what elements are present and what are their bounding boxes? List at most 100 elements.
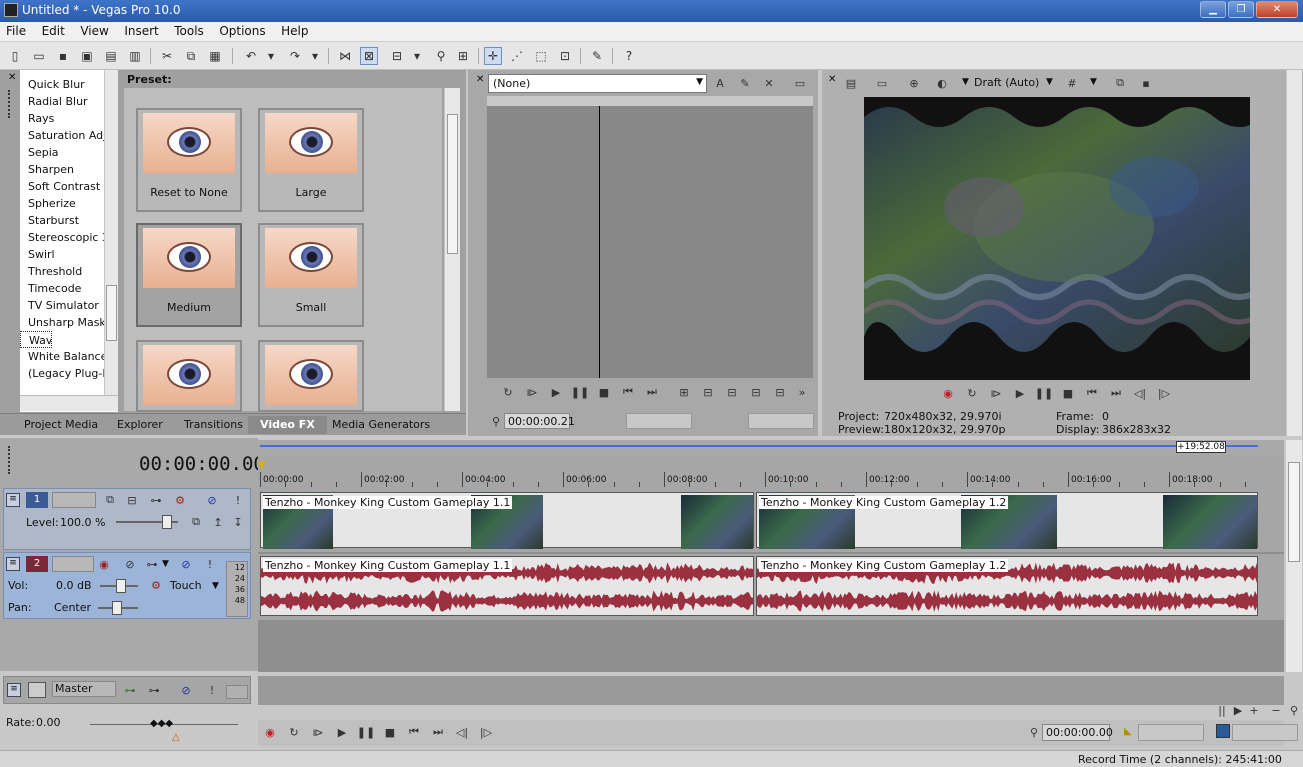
save-snapshot-icon[interactable]: ▪ bbox=[1138, 75, 1154, 91]
go-to-start-icon[interactable]: ⏮ bbox=[406, 724, 422, 740]
external-monitor-icon[interactable]: ▭ bbox=[874, 75, 890, 91]
video-preview-frame[interactable] bbox=[864, 97, 1250, 380]
preset-small[interactable]: Small bbox=[258, 223, 364, 327]
preset-medium[interactable]: Medium bbox=[136, 223, 242, 327]
track-menu-icon[interactable]: ≡ bbox=[6, 493, 20, 507]
track-menu-icon[interactable]: ≡ bbox=[6, 557, 20, 571]
trimmer-time[interactable]: 00:00:00.21 bbox=[504, 413, 575, 429]
panel-close-icon[interactable]: ✕ bbox=[8, 72, 16, 83]
tab-video-fx[interactable]: Video FX bbox=[248, 416, 327, 434]
audio-track-header[interactable]: ≡ 2 ◉ ⊘ ⊶ ▼ ⊘ ! Vol: 0.0 dB ⚙ Touch ▼ Pa… bbox=[3, 552, 251, 619]
chevron-down-icon[interactable]: ▼ bbox=[1090, 77, 1097, 87]
track-motion-icon[interactable]: ⊶ bbox=[148, 492, 164, 508]
loop-icon[interactable]: ↻ bbox=[500, 384, 516, 400]
scroll-handle-icon[interactable]: || bbox=[1214, 702, 1230, 718]
play-icon[interactable]: ▶ bbox=[1012, 385, 1028, 401]
preset-item[interactable] bbox=[136, 340, 242, 412]
menu-edit[interactable]: Edit bbox=[36, 22, 71, 40]
track-fx-icon[interactable]: ⊶ bbox=[144, 556, 160, 572]
composite-mode-icon[interactable]: ⧉ bbox=[102, 492, 118, 508]
save-as-icon[interactable]: ▣ bbox=[78, 47, 96, 65]
paste-icon[interactable]: ▦ bbox=[206, 47, 224, 65]
maximize-button[interactable]: ❐ bbox=[1228, 1, 1254, 18]
record-icon[interactable]: ◉ bbox=[940, 385, 956, 401]
video-clip-1[interactable]: Tenzho - Monkey King Custom Gameplay 1.1 bbox=[260, 492, 754, 549]
preset-item[interactable] bbox=[258, 340, 364, 412]
pan-slider-thumb[interactable] bbox=[112, 601, 122, 615]
tab-transitions[interactable]: Transitions bbox=[172, 416, 255, 434]
play-icon[interactable]: ▶ bbox=[548, 384, 564, 400]
volume-slider[interactable] bbox=[100, 579, 138, 593]
play-from-start-icon[interactable]: ⧐ bbox=[524, 384, 540, 400]
zoom-in-icon[interactable]: + bbox=[1246, 702, 1262, 718]
open-icon[interactable]: ▭ bbox=[30, 47, 48, 65]
trimmer-text-icon[interactable]: A bbox=[712, 75, 728, 91]
new-icon[interactable]: ▯ bbox=[6, 47, 24, 65]
go-to-start-icon[interactable]: ⏮ bbox=[1084, 385, 1100, 401]
pause-icon[interactable]: ❚❚ bbox=[357, 724, 375, 740]
stop-icon[interactable]: ■ bbox=[382, 724, 398, 740]
fx-list-hscrollbar[interactable] bbox=[20, 395, 118, 411]
timeline-grip[interactable] bbox=[8, 446, 14, 474]
redo-icon[interactable]: ↷ bbox=[286, 47, 304, 65]
loop-icon[interactable]: ↻ bbox=[286, 724, 302, 740]
trimmer-dropdown[interactable]: (None) ▼ bbox=[488, 74, 707, 93]
invert-phase-icon[interactable]: ⊘ bbox=[122, 556, 138, 572]
save-icon[interactable]: ▪ bbox=[54, 47, 72, 65]
fx-list-scrollbar[interactable] bbox=[104, 70, 118, 395]
expand-icon[interactable]: ↥ bbox=[210, 514, 226, 530]
envelope-tool-icon[interactable]: ⋰ bbox=[508, 47, 526, 65]
cursor-time[interactable]: 00:00:00.00 bbox=[1042, 724, 1113, 741]
trimmer-close-icon[interactable]: ✕ bbox=[476, 74, 484, 85]
brush-icon[interactable]: ✎ bbox=[588, 47, 606, 65]
auto-ripple-icon[interactable]: ⊟ bbox=[388, 47, 406, 65]
close-button[interactable]: ✕ bbox=[1256, 1, 1298, 18]
cursor-marker-icon[interactable]: ▼ bbox=[258, 460, 266, 471]
stop-icon[interactable]: ■ bbox=[1060, 385, 1076, 401]
loop-icon[interactable]: ↻ bbox=[964, 385, 980, 401]
chevron-down-icon[interactable]: ▼ bbox=[162, 559, 169, 569]
trimmer-pin-icon[interactable]: ✎ bbox=[737, 75, 753, 91]
preview-scrollbar[interactable] bbox=[1286, 70, 1302, 436]
timeline-time[interactable]: 00:00:00.00 bbox=[139, 453, 265, 475]
level-slider-thumb[interactable] bbox=[162, 515, 172, 529]
go-to-end-icon[interactable]: ⏭ bbox=[430, 724, 446, 740]
menu-options[interactable]: Options bbox=[213, 22, 271, 40]
stop-icon[interactable]: ■ bbox=[596, 384, 612, 400]
zoom-icon[interactable]: ⚲ bbox=[1286, 702, 1302, 718]
record-icon[interactable]: ◉ bbox=[262, 724, 278, 740]
undo-dropdown-icon[interactable]: ▾ bbox=[262, 47, 280, 65]
zoom-out-icon[interactable]: − bbox=[1268, 702, 1284, 718]
trim-icon[interactable]: ⊟ bbox=[724, 384, 740, 400]
ripple-dropdown-icon[interactable]: ▾ bbox=[408, 47, 426, 65]
arm-record-icon[interactable]: ◉ bbox=[96, 556, 112, 572]
menu-file[interactable]: File bbox=[0, 22, 32, 40]
master-bus-header[interactable]: ≡ Master ⊶ ⊶ ⊘ ! bbox=[3, 676, 251, 704]
tab-project-media[interactable]: Project Media bbox=[12, 416, 110, 434]
chevron-down-icon[interactable]: ▼ bbox=[212, 581, 219, 591]
timeline-vscrollbar[interactable] bbox=[1285, 440, 1302, 672]
mute-icon[interactable]: ⊘ bbox=[204, 492, 220, 508]
selection-tool-icon[interactable]: ⬚ bbox=[532, 47, 550, 65]
scrollbar-thumb[interactable] bbox=[106, 285, 117, 341]
volume-slider-thumb[interactable] bbox=[116, 579, 126, 593]
go-to-end-icon[interactable]: ⏭ bbox=[1108, 385, 1124, 401]
lock-envelopes-icon[interactable]: ⚲ bbox=[432, 47, 450, 65]
trimmer-delete-icon[interactable]: ✕ bbox=[761, 75, 777, 91]
play-from-start-icon[interactable]: ⧐ bbox=[988, 385, 1004, 401]
tab-media-generators[interactable]: Media Generators bbox=[320, 416, 442, 434]
video-clip-2[interactable]: Tenzho - Monkey King Custom Gameplay 1.2 bbox=[756, 492, 1258, 549]
properties-icon[interactable]: ▥ bbox=[126, 47, 144, 65]
selection-start-field[interactable] bbox=[1138, 724, 1204, 741]
list-item-selected[interactable]: Wave bbox=[20, 331, 52, 348]
selection-length-field[interactable] bbox=[1232, 724, 1298, 741]
master-name[interactable]: Master bbox=[52, 681, 116, 697]
preset-large[interactable]: Large bbox=[258, 108, 364, 212]
timeline-hscrollbar[interactable] bbox=[258, 704, 1284, 718]
normal-edit-tool-icon[interactable]: ✛ bbox=[484, 47, 502, 65]
time-ruler[interactable]: 00:00:00 00:02:00 00:04:00 00:06:00 00:08:00… bbox=[258, 455, 1284, 490]
trimmer-view[interactable] bbox=[487, 106, 813, 378]
solo-icon[interactable]: ! bbox=[204, 682, 220, 698]
render-icon[interactable]: ▤ bbox=[102, 47, 120, 65]
preset-scrollbar[interactable] bbox=[444, 88, 460, 411]
